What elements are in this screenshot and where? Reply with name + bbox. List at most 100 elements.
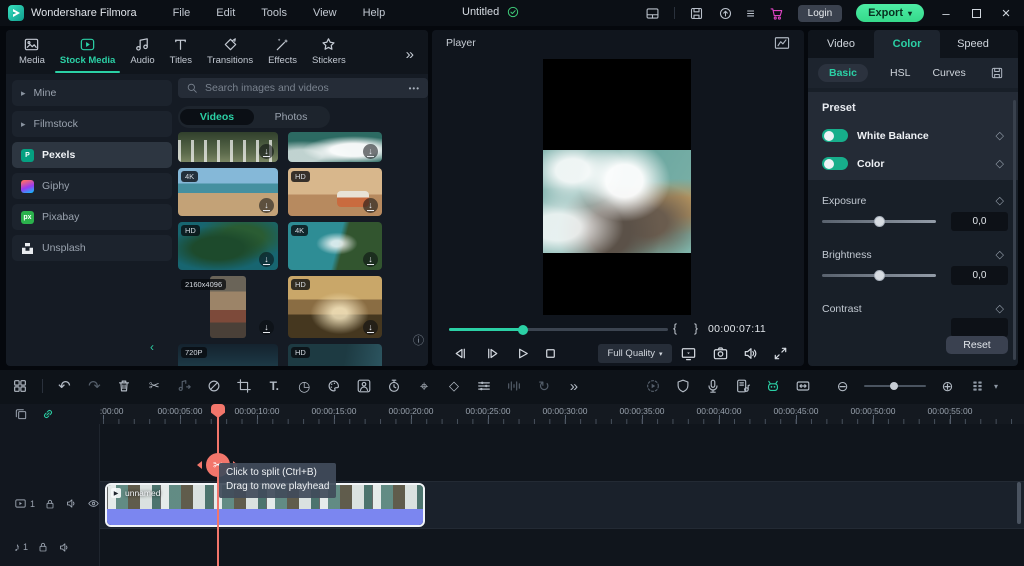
stock-thumbnail-palm[interactable]: HD ↓ <box>178 222 278 270</box>
fullscreen-icon[interactable] <box>772 345 789 362</box>
tab-stickers[interactable]: Stickers <box>309 35 349 67</box>
redo-icon[interactable]: ↷ <box>86 378 103 395</box>
render-preview-icon[interactable] <box>644 378 661 395</box>
tab-media[interactable]: Media <box>16 35 48 67</box>
menu-view[interactable]: View <box>313 7 337 19</box>
zoom-in-icon[interactable]: ⊕ <box>939 378 956 395</box>
mirror-display-icon[interactable] <box>680 345 697 362</box>
eye-icon[interactable] <box>87 497 100 510</box>
download-icon[interactable]: ↓ <box>363 144 378 159</box>
mute-icon[interactable] <box>58 541 71 554</box>
stop-icon[interactable] <box>542 345 559 362</box>
tab-transitions[interactable]: Transitions <box>204 35 256 67</box>
timeline-scrollbar[interactable] <box>1017 482 1021 524</box>
auto-ripple-icon[interactable] <box>206 378 223 395</box>
keyframe-icon[interactable]: ◇ <box>446 378 463 395</box>
project-title[interactable]: Untitled <box>462 6 499 18</box>
stock-thumbnail-waterfall[interactable]: ↓ <box>178 132 278 162</box>
tab-effects[interactable]: Effects <box>265 35 300 67</box>
fit-timeline-icon[interactable] <box>794 378 811 395</box>
menu-file[interactable]: File <box>173 7 191 19</box>
close-button[interactable]: × <box>998 5 1014 22</box>
tab-photos[interactable]: Photos <box>254 109 328 125</box>
snapshot-icon[interactable] <box>712 345 729 362</box>
voiceover-mic-icon[interactable] <box>704 378 721 395</box>
inspector-scrollbar[interactable] <box>1013 100 1016 360</box>
keyframe-diamond-icon[interactable]: ◇ <box>996 302 1004 315</box>
preview-canvas[interactable] <box>543 59 691 315</box>
white-balance-toggle[interactable] <box>822 129 848 142</box>
audio-notes-icon[interactable] <box>734 378 751 395</box>
speed-icon[interactable]: ◷ <box>296 378 313 395</box>
sidebar-item-pixabay[interactable]: px Pixabay <box>12 204 172 230</box>
previous-frame-icon[interactable] <box>452 345 469 362</box>
sidebar-item-giphy[interactable]: Giphy <box>12 173 172 199</box>
brightness-slider[interactable] <box>822 270 936 281</box>
login-button[interactable]: Login <box>797 4 843 22</box>
brightness-knob[interactable] <box>874 270 885 281</box>
smart-cutout-icon[interactable] <box>356 378 373 395</box>
lock-icon[interactable] <box>44 498 56 510</box>
stock-thumbnail-coast[interactable]: 4K ↓ <box>288 222 382 270</box>
search-bar[interactable]: ••• <box>178 78 428 98</box>
next-frame-icon[interactable] <box>484 345 501 362</box>
color-palette-icon[interactable] <box>326 378 343 395</box>
mark-in-icon[interactable]: { <box>673 321 677 335</box>
subtab-hsl[interactable]: HSL <box>890 67 910 79</box>
speed-ramp-icon[interactable]: ↻ <box>535 378 552 395</box>
text-tool-icon[interactable]: T. <box>266 378 283 395</box>
crop-icon[interactable] <box>236 378 253 395</box>
sidebar-item-unsplash[interactable]: Unsplash <box>12 235 172 261</box>
minimize-button[interactable]: – <box>938 6 954 21</box>
tab-videos[interactable]: Videos <box>180 109 254 125</box>
menu-tools[interactable]: Tools <box>261 7 287 19</box>
shield-icon[interactable] <box>674 378 691 395</box>
exposure-knob[interactable] <box>874 216 885 227</box>
search-options-icon[interactable]: ••• <box>409 84 420 93</box>
search-input[interactable] <box>205 82 402 94</box>
stock-thumbnail-portrait[interactable]: 2160x4096 ↓ <box>178 276 278 338</box>
export-button[interactable]: Export ▾ <box>856 4 924 22</box>
more-tabs-icon[interactable]: » <box>406 46 414 63</box>
progress-knob[interactable] <box>518 324 528 335</box>
templates-icon[interactable] <box>12 378 29 395</box>
adjustment-icon[interactable] <box>476 378 493 395</box>
keyframe-diamond-icon[interactable]: ◇ <box>996 194 1004 207</box>
download-icon[interactable]: ↓ <box>259 320 274 335</box>
link-icon[interactable] <box>41 407 55 421</box>
download-icon[interactable]: ↓ <box>363 198 378 213</box>
reset-button[interactable]: Reset <box>946 336 1008 354</box>
ai-assistant-icon[interactable] <box>764 378 781 395</box>
tab-speed[interactable]: Speed <box>940 30 1006 58</box>
track-manager-icon[interactable] <box>969 378 986 395</box>
split-scissors-icon[interactable]: ✂ <box>146 378 163 395</box>
detach-audio-icon[interactable] <box>176 378 193 395</box>
sidebar-collapse-icon[interactable]: ‹ <box>150 340 154 354</box>
sidebar-item-mine[interactable]: ▸ Mine <box>12 80 172 106</box>
save-icon[interactable] <box>689 6 704 21</box>
tab-color[interactable]: Color <box>874 30 940 58</box>
download-icon[interactable]: ↓ <box>363 252 378 267</box>
hamburger-menu-icon[interactable]: ≡ <box>747 5 755 21</box>
stock-thumbnail-waves[interactable]: ↓ <box>288 132 382 162</box>
undo-icon[interactable]: ↶ <box>56 378 73 395</box>
lock-icon[interactable] <box>37 541 49 553</box>
tab-stock-media[interactable]: Stock Media <box>54 35 121 73</box>
brightness-value[interactable]: 0,0 <box>951 266 1008 285</box>
quality-selector[interactable]: Full Quality ▾ <box>598 344 672 363</box>
sidebar-item-filmstock[interactable]: ▸ Filmstock <box>12 111 172 137</box>
cart-icon[interactable] <box>769 6 784 21</box>
color-toggle[interactable] <box>822 157 848 170</box>
progress-track[interactable] <box>449 324 668 335</box>
upload-icon[interactable] <box>718 6 733 21</box>
exposure-slider[interactable] <box>822 216 936 227</box>
mute-icon[interactable] <box>65 497 78 510</box>
menu-edit[interactable]: Edit <box>216 7 235 19</box>
sidebar-item-pexels[interactable]: P Pexels <box>12 142 172 168</box>
play-icon[interactable] <box>514 345 531 362</box>
tab-titles[interactable]: Titles <box>167 35 195 67</box>
delete-icon[interactable] <box>116 378 133 395</box>
zoom-out-icon[interactable]: ⊖ <box>834 378 851 395</box>
tab-audio[interactable]: Audio <box>127 35 157 67</box>
timeline-ruler[interactable]: 00:00:00:00 00:00:05:00 00:00:10:00 00:0… <box>100 404 1024 424</box>
